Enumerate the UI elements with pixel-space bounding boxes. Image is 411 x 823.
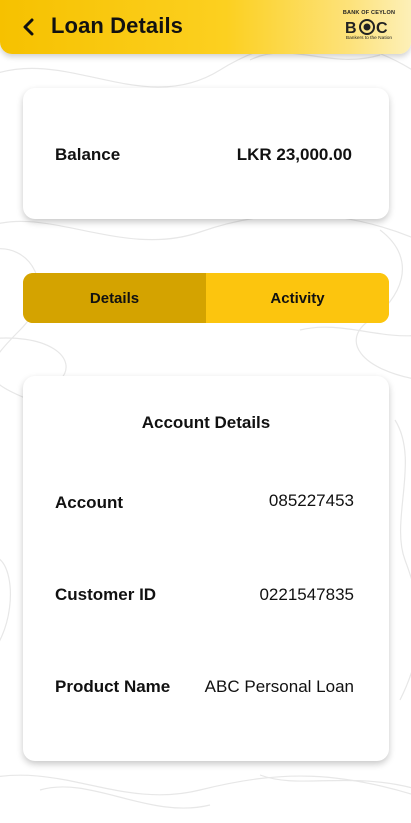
balance-value: LKR 23,000.00 <box>236 145 352 164</box>
account-value: 085227453 <box>268 491 354 510</box>
balance-label: Balance <box>55 145 121 164</box>
chevron-left-icon <box>23 18 34 36</box>
loan-details-screen: Loan Details BANK OF CEYLON B C Bankers … <box>0 0 411 823</box>
back-button[interactable] <box>14 12 44 42</box>
customer-id-value: 0221547835 <box>259 585 354 604</box>
tab-bar: Details Activity <box>23 273 389 323</box>
svg-text:C: C <box>376 20 388 36</box>
product-name-value: ABC Personal Loan <box>204 677 354 696</box>
account-details-card: Account Details Account 085227453 Custom… <box>23 376 389 761</box>
customer-id-label: Customer ID <box>55 585 157 604</box>
account-details-title: Account Details <box>141 413 271 432</box>
app-header: Loan Details BANK OF CEYLON B C Bankers … <box>0 0 411 54</box>
logo-mark: B C <box>341 18 397 36</box>
tab-activity[interactable]: Activity <box>206 273 389 323</box>
page-title: Loan Details <box>51 13 184 38</box>
bank-logo: BANK OF CEYLON B C Bankers to the Nation <box>341 10 397 44</box>
tab-details[interactable]: Details <box>23 273 206 323</box>
logo-tagline: Bankers to the Nation <box>345 36 393 41</box>
balance-card: Balance LKR 23,000.00 <box>23 88 389 219</box>
account-label: Account <box>55 493 123 512</box>
product-name-label: Product Name <box>55 677 171 696</box>
boc-logo-icon: B C <box>345 19 388 36</box>
logo-bank-name: BANK OF CEYLON <box>342 10 396 16</box>
svg-text:B: B <box>345 20 357 36</box>
